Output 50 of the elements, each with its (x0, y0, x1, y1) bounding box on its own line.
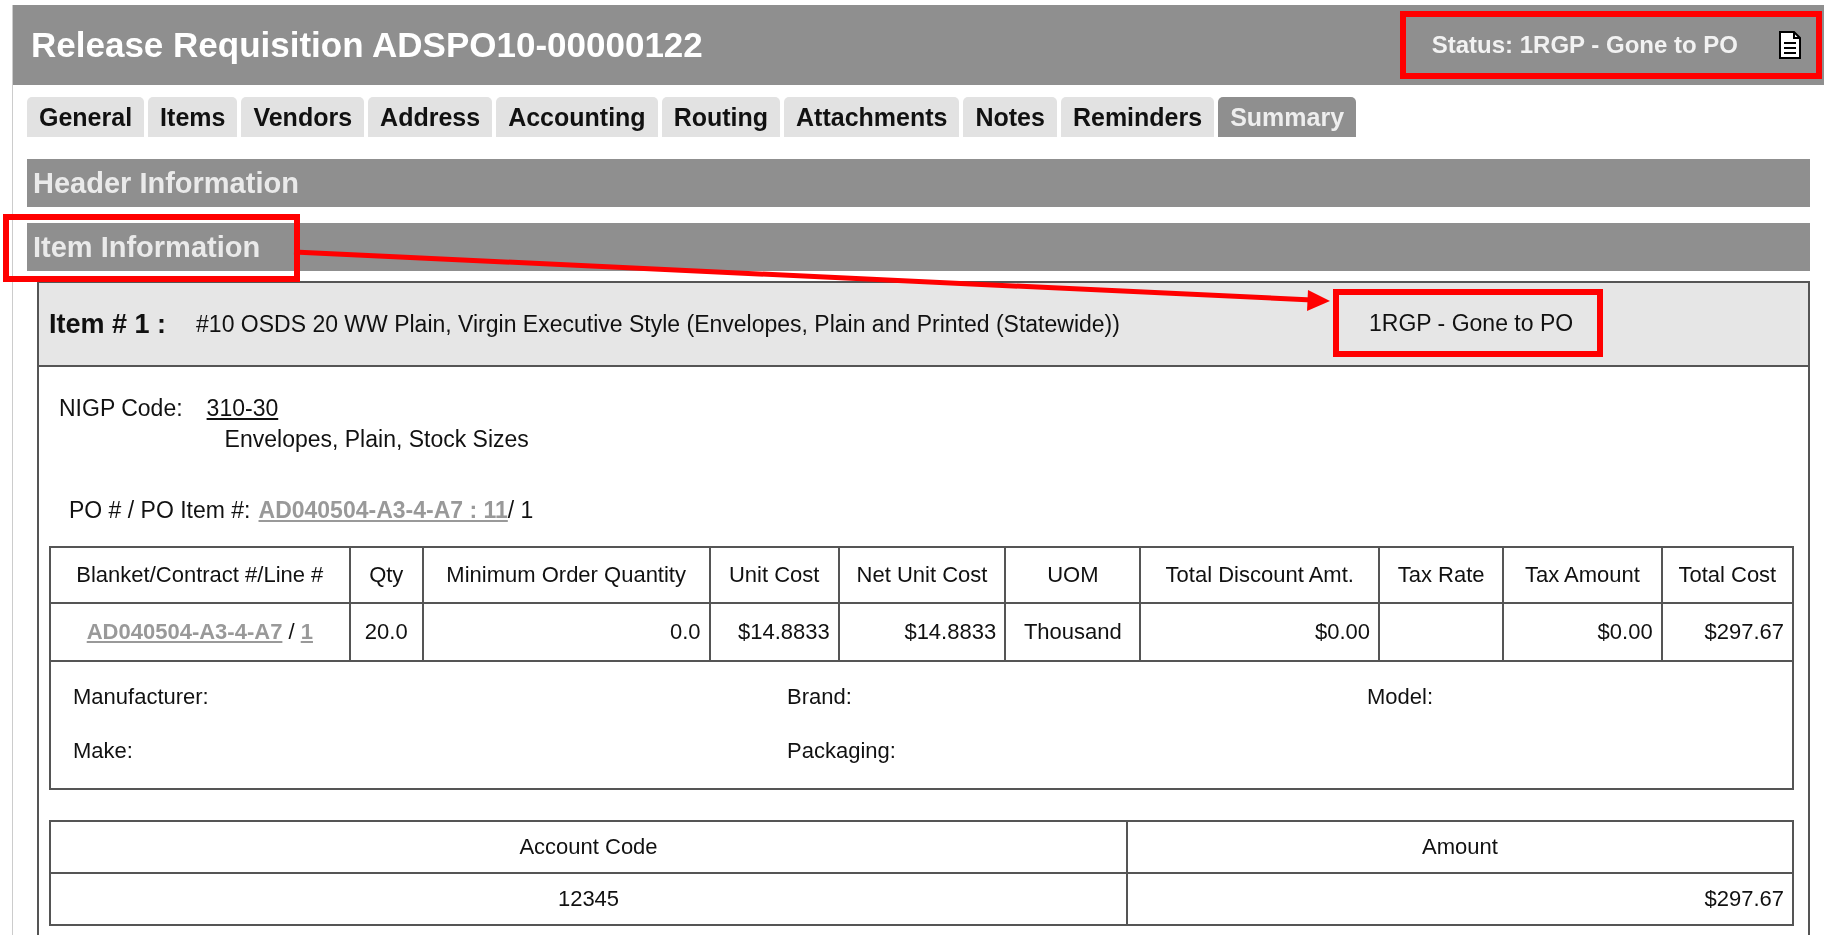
tab[interactable]: Vendors (241, 97, 365, 137)
tab[interactable]: Items (148, 97, 238, 137)
po-label: PO # / PO Item #: (69, 497, 251, 524)
item-status: 1RGP - Gone to PO (1333, 289, 1604, 357)
section-title: Header Information (33, 166, 299, 200)
detail-label: Model: (1367, 684, 1435, 710)
tab[interactable]: Accounting (496, 97, 658, 137)
table-cell: AD040504-A3-4-A7 / 1 (50, 603, 350, 661)
table-cell: 0.0 (422, 603, 710, 661)
table-cell: $297.67 (1661, 603, 1793, 661)
detail-label: Manufacturer: (73, 684, 210, 710)
nigp-label: NIGP Code: (59, 395, 183, 422)
detail-label: Make: (73, 738, 134, 764)
nigp-code-link[interactable]: 310-30 (206, 395, 529, 422)
po-item-number: / 1 (507, 497, 534, 524)
table-cell: 20.0 (349, 603, 423, 661)
table-cell: $0.00 (1503, 603, 1662, 661)
column-header: Qty (349, 547, 423, 603)
table-cell: Thousand (1005, 603, 1141, 661)
column-header: Total Discount Amt. (1140, 547, 1379, 603)
table-cell: 12345 (50, 873, 1127, 925)
table-cell: $14.8833 (838, 603, 1006, 661)
column-header: Account Code (50, 821, 1127, 873)
tab[interactable]: Notes (963, 97, 1057, 137)
column-header: Net Unit Cost (838, 547, 1006, 603)
status-text: Status: 1RGP - Gone to PO (1431, 31, 1738, 59)
page-title: Release Requisition ADSPO10-00000122 (31, 25, 703, 65)
tab[interactable]: Reminders (1060, 97, 1215, 137)
detail-label: Packaging: (787, 738, 897, 764)
tab[interactable]: General (27, 97, 145, 137)
column-header: Tax Rate (1379, 547, 1504, 603)
nigp-description: Envelopes, Plain, Stock Sizes (224, 426, 529, 453)
column-header: Total Cost (1661, 547, 1793, 603)
column-header: Tax Amount (1503, 547, 1662, 603)
column-header: Minimum Order Quantity (422, 547, 710, 603)
section-title: Item Information (33, 230, 261, 264)
tab[interactable]: Address (368, 97, 493, 137)
tab[interactable]: Routing (661, 97, 781, 137)
column-header: Amount (1127, 821, 1793, 873)
table-cell: $14.8833 (709, 603, 839, 661)
column-header: Blanket/Contract #/Line # (50, 547, 350, 603)
column-header: UOM (1005, 547, 1141, 603)
item-number: Item # 1 : (49, 308, 167, 340)
document-icon[interactable] (1778, 30, 1802, 60)
item-description: #10 OSDS 20 WW Plain, Virgin Executive Style (Envelopes, Plain and Printed (Statewide)) (196, 310, 1120, 338)
detail-label: Brand: (787, 684, 853, 710)
tab[interactable]: Attachments (784, 97, 960, 137)
table-cell: $297.67 (1127, 873, 1793, 925)
column-header: Unit Cost (709, 547, 839, 603)
table-cell: $0.00 (1140, 603, 1379, 661)
